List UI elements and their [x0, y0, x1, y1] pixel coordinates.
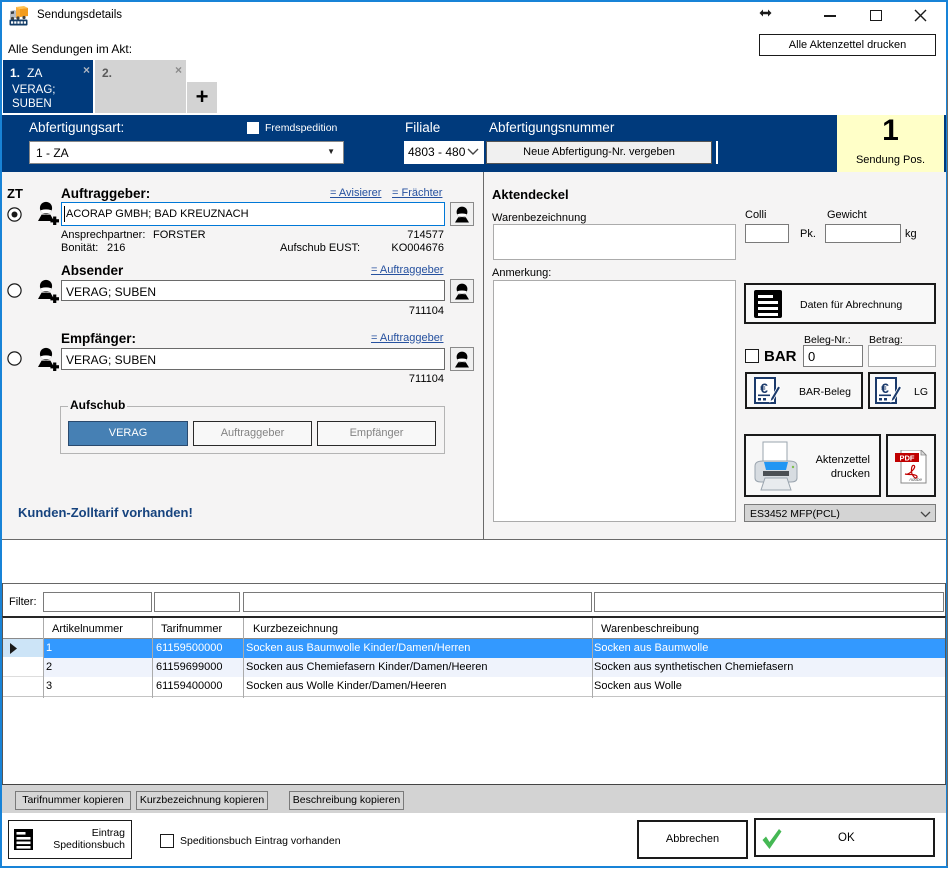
svg-text:PDF: PDF [900, 454, 915, 463]
svg-text:€: € [760, 380, 768, 396]
svg-text:€: € [881, 380, 889, 396]
svg-text:Adobe: Adobe [908, 477, 923, 482]
